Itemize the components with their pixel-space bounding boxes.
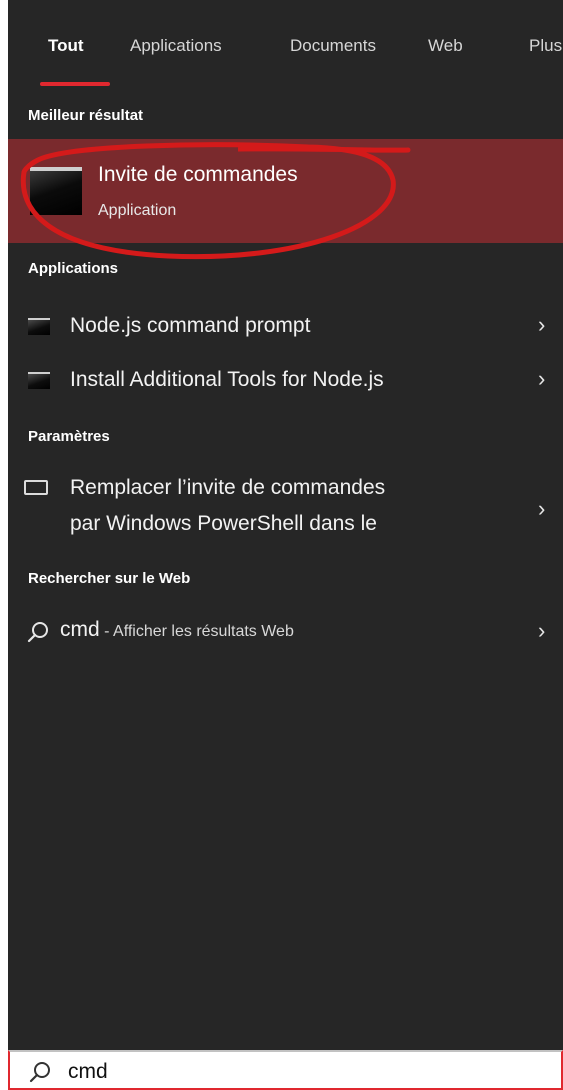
app-item-install-tools[interactable]: Install Additional Tools for Node.js › xyxy=(8,360,563,400)
cmd-icon xyxy=(30,167,82,215)
search-input[interactable] xyxy=(68,1058,538,1086)
active-tab-indicator xyxy=(40,82,110,86)
web-search-label: cmd - Afficher les résultats Web xyxy=(60,618,294,642)
section-web-search: Rechercher sur le Web xyxy=(28,570,191,587)
section-applications: Applications xyxy=(28,260,119,277)
chevron-right-icon: › xyxy=(538,312,546,337)
settings-item-line2: par Windows PowerShell dans le xyxy=(70,512,377,535)
search-results-panel: Tout Applications Documents Web Plus Mei… xyxy=(8,0,563,1050)
web-search-hint: - Afficher les résultats Web xyxy=(99,623,294,640)
app-item-label: Install Additional Tools for Node.js xyxy=(70,368,384,391)
app-item-label: Node.js command prompt xyxy=(70,314,311,337)
cmd-icon xyxy=(28,372,50,389)
best-match-item[interactable]: Invite de commandes Application xyxy=(8,139,563,243)
settings-item-powershell[interactable]: Remplacer l’invite de commandes par Wind… xyxy=(8,470,563,560)
chevron-right-icon: › xyxy=(538,496,546,521)
web-search-query: cmd xyxy=(60,618,100,641)
chevron-right-icon: › xyxy=(538,366,546,391)
best-match-type: Application xyxy=(98,202,177,219)
tab-documents[interactable]: Documents xyxy=(290,36,376,56)
search-box[interactable] xyxy=(8,1050,563,1090)
monitor-icon xyxy=(24,480,48,495)
best-match-title: Invite de commandes xyxy=(98,163,298,186)
search-icon xyxy=(29,1062,50,1083)
tab-more[interactable]: Plus xyxy=(529,36,562,56)
search-icon xyxy=(27,622,48,643)
web-search-item[interactable]: cmd - Afficher les résultats Web › xyxy=(8,612,563,652)
app-item-nodejs-prompt[interactable]: Node.js command prompt › xyxy=(8,306,563,346)
filter-tabs: Tout Applications Documents Web Plus xyxy=(8,0,563,94)
tab-web[interactable]: Web xyxy=(428,36,463,56)
chevron-right-icon: › xyxy=(538,618,546,643)
cmd-icon xyxy=(28,318,50,335)
section-settings: Paramètres xyxy=(28,428,110,445)
tab-all[interactable]: Tout xyxy=(48,36,84,56)
settings-item-line1: Remplacer l’invite de commandes xyxy=(70,476,386,499)
tab-applications[interactable]: Applications xyxy=(130,36,222,56)
section-best-match: Meilleur résultat xyxy=(28,107,144,124)
